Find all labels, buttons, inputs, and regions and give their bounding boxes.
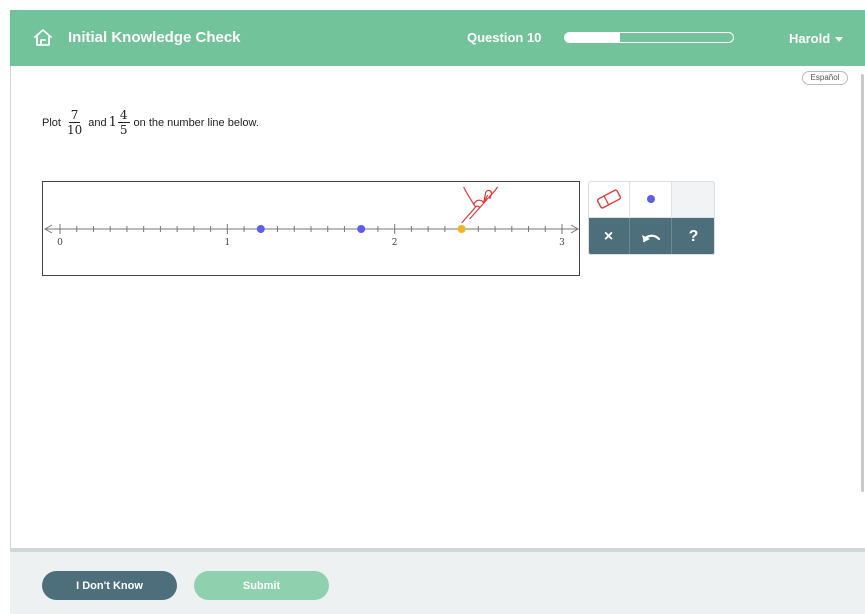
empty-tool-slot	[672, 181, 715, 218]
prompt-prefix: Plot	[42, 116, 61, 129]
clear-button[interactable]: ×	[588, 218, 630, 255]
number-line[interactable]: 0 1 2 3	[43, 182, 581, 277]
point-icon	[646, 195, 655, 203]
tool-panel: × ?	[588, 181, 715, 255]
chevron-down-icon	[835, 37, 844, 43]
user-menu[interactable]: Harold	[789, 31, 844, 46]
tick-label: 2	[392, 238, 398, 248]
dont-know-button[interactable]: I Don't Know	[42, 571, 177, 600]
plotted-point	[256, 225, 265, 233]
fraction-seven-tenths: 7 10	[65, 108, 84, 137]
app-title: Initial Knowledge Check	[68, 29, 241, 46]
help-button[interactable]: ?	[672, 218, 715, 255]
point-tool[interactable]	[630, 181, 672, 218]
app-frame	[10, 10, 865, 614]
number-line-area[interactable]: 0 1 2 3	[42, 181, 580, 276]
tick-label: 3	[559, 238, 565, 248]
home-icon[interactable]	[32, 28, 54, 48]
hand-pointer-icon	[461, 186, 499, 224]
eraser-tool[interactable]	[588, 181, 630, 218]
fraction-numerator: 4	[117, 108, 130, 123]
fraction-denominator: 10	[66, 123, 83, 137]
close-icon: ×	[603, 227, 614, 245]
prompt-suffix: on the number line below.	[133, 116, 259, 129]
eraser-icon	[596, 189, 621, 209]
user-name: Harold	[789, 31, 831, 46]
question-label: Question 10	[467, 30, 542, 45]
undo-button[interactable]	[630, 218, 672, 255]
fraction-numerator: 7	[68, 108, 81, 123]
tick-label: 1	[224, 238, 230, 248]
prompt-middle: and	[88, 116, 107, 129]
header-bar: Initial Knowledge Check Question 10 Haro…	[10, 10, 865, 66]
plotted-point	[357, 225, 366, 233]
submit-button[interactable]: Submit	[194, 571, 329, 600]
progress-fill	[565, 33, 621, 42]
scrollbar[interactable]	[861, 74, 864, 492]
plotted-point	[457, 225, 466, 233]
undo-icon	[641, 234, 660, 242]
question-prompt: Plot 7 10 and 1 4 5 on the number line b…	[42, 108, 259, 137]
help-icon: ?	[688, 227, 699, 245]
language-toggle[interactable]: Español	[802, 71, 848, 85]
mixed-whole: 1	[108, 115, 117, 130]
tick-label: 0	[57, 238, 63, 248]
fraction-denominator: 5	[119, 123, 128, 137]
progress-bar	[564, 32, 734, 43]
fraction-four-fifths: 4 5	[117, 108, 130, 137]
